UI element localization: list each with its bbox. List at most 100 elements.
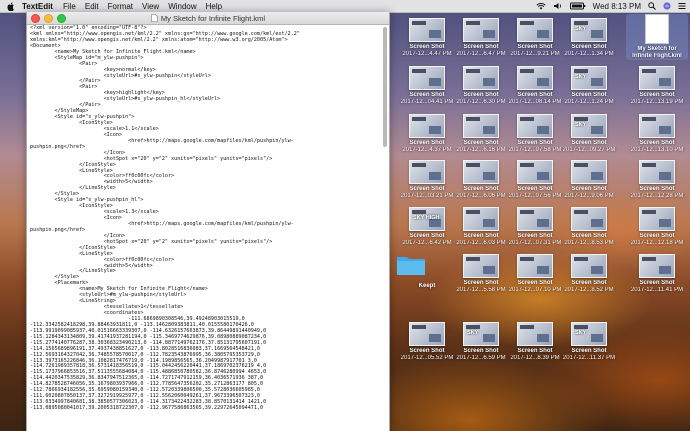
status-area: Wed 8:13 PM xyxy=(529,0,686,12)
screenshot-thumbnail xyxy=(639,66,675,90)
screenshot-thumbnail: SKY HIGH xyxy=(409,207,445,231)
menu-app-name[interactable]: TextEdit xyxy=(22,2,53,11)
icon-label-detail: 2017-12...6.47 PM xyxy=(456,51,506,57)
icon-label-name: Screen Shot xyxy=(517,280,553,286)
vertical-scrollbar[interactable] xyxy=(383,27,388,431)
folder-icon-keept[interactable]: Keept xyxy=(396,254,458,290)
screenshot-file-icon[interactable]: Screen Shot 2017-12...6.30 PM xyxy=(450,66,512,106)
screenshot-thumbnail: SKY xyxy=(463,322,499,346)
screenshot-file-icon[interactable]: Screen Shot 2017-12...6.16 PM xyxy=(450,114,512,154)
clock[interactable]: Wed 8:13 PM xyxy=(593,2,641,11)
icon-label-name: Screen Shot xyxy=(463,348,499,354)
screenshot-file-icon[interactable]: Screen Shot 2017-12...8.39 PM xyxy=(504,322,566,362)
notification-center-icon[interactable] xyxy=(678,2,686,10)
screenshot-thumbnail xyxy=(571,160,607,184)
kml-file-icon[interactable]: My Sketch for Infinite Flight.kml xyxy=(626,14,688,60)
screenshot-thumbnail xyxy=(409,322,445,346)
battery-icon[interactable] xyxy=(569,2,586,10)
icon-label-name: Screen Shot xyxy=(639,140,675,146)
icon-label-name: Screen Shot xyxy=(571,140,607,146)
icon-label-name: Screen Shot xyxy=(517,348,553,354)
screenshot-thumbnail xyxy=(517,160,553,184)
screenshot-thumbnail xyxy=(517,254,553,278)
icon-label-name: Screen Shot xyxy=(639,280,675,286)
screenshot-file-icon[interactable]: Screen Shot 2017-12...12.18 PM xyxy=(626,207,688,247)
screenshot-thumbnail xyxy=(463,160,499,184)
icon-label-detail: 2017-12...11.37 PM xyxy=(562,355,616,361)
screenshot-thumbnail xyxy=(409,114,445,138)
screenshot-file-icon[interactable]: Screen Shot 2017-12...4.47 PM xyxy=(396,18,458,58)
minimize-button[interactable] xyxy=(44,14,53,23)
menu-edit[interactable]: Edit xyxy=(85,2,99,11)
apple-icon[interactable] xyxy=(6,2,16,11)
screenshot-file-icon[interactable]: Screen Shot 2017-12...07.56 PM xyxy=(504,160,566,200)
screenshot-thumbnail xyxy=(571,207,607,231)
screenshot-file-icon[interactable]: Screen Shot 2017-12...13.19 PM xyxy=(626,66,688,106)
icon-label-detail: 2017-12...4.47 PM xyxy=(402,51,452,57)
icon-label-name: Screen Shot xyxy=(517,140,553,146)
screenshot-file-icon[interactable]: Screen Shot 2017-12...07.31 PM xyxy=(504,207,566,247)
close-button[interactable] xyxy=(31,14,40,23)
zoom-button[interactable] xyxy=(57,14,66,23)
menu-format[interactable]: Format xyxy=(108,2,133,11)
menu-file[interactable]: File xyxy=(63,2,76,11)
screenshot-file-icon[interactable]: Screen Shot 2017-12...6.06 PM xyxy=(450,160,512,200)
screenshot-file-icon[interactable]: Screen Shot 2017-12...9.21 PM xyxy=(504,18,566,58)
siri-icon[interactable] xyxy=(663,2,671,10)
menu-view[interactable]: View xyxy=(142,2,159,11)
screenshot-file-icon[interactable]: SKY HIGH Screen Shot 2017-12...6.42 PM xyxy=(396,207,458,247)
screenshot-file-icon[interactable]: Screen Shot 2017-12...07.10 PM xyxy=(504,254,566,294)
icon-label-detail: 2017-12...8.52 PM xyxy=(564,287,614,293)
menu-help[interactable]: Help xyxy=(206,2,222,11)
icon-label-name: Screen Shot xyxy=(517,92,553,98)
screenshot-file-icon[interactable]: SKY Screen Shot 2017-12...1.34 PM xyxy=(558,18,620,58)
screenshot-file-icon[interactable]: Screen Shot 2017-12...11.41 PM xyxy=(626,254,688,294)
screenshot-file-icon[interactable]: Screen Shot 2017-12...4.37 PM xyxy=(396,114,458,154)
screenshot-file-icon[interactable]: Screen Shot 2017-12...6.47 PM xyxy=(450,18,512,58)
icon-label-detail: 2017-12...03.21 PM xyxy=(400,193,454,199)
screenshot-thumbnail: SKY xyxy=(571,322,607,346)
screenshot-thumbnail xyxy=(639,207,675,231)
screenshot-file-icon[interactable]: Screen Shot 2017-12...07.58 PM xyxy=(504,114,566,154)
icon-label-detail: 2017-12...8.53 PM xyxy=(564,240,614,246)
icon-label-name: Screen Shot xyxy=(517,186,553,192)
screenshot-file-icon[interactable]: Screen Shot 2017-12...03.21 PM xyxy=(396,160,458,200)
thumbnail-badge: SKY HIGH xyxy=(413,215,440,221)
icon-label-name: Screen Shot xyxy=(571,92,607,98)
screenshot-file-icon[interactable]: Screen Shot 2017-12...8.52 PM xyxy=(558,254,620,294)
screenshot-thumbnail xyxy=(639,254,675,278)
icon-label-detail: 2017-12...13.19 PM xyxy=(630,99,684,105)
title-bar[interactable]: My Sketch for Infinite Flight.kml xyxy=(27,12,389,25)
screenshot-file-icon[interactable]: Screen Shot 2017-12...08.14 PM xyxy=(504,66,566,106)
screenshot-file-icon[interactable]: SKY Screen Shot 2017-12...6.59 PM xyxy=(450,322,512,362)
screenshot-file-icon[interactable]: Screen Shot 2017-12...05.52 PM xyxy=(396,322,458,362)
icon-label-name: Screen Shot xyxy=(571,233,607,239)
screenshot-file-icon[interactable]: Screen Shot 2017-12...12.28 PM xyxy=(626,160,688,200)
screenshot-file-icon[interactable]: SKY Screen Shot 2017-12...1.24 PM xyxy=(558,66,620,106)
icon-label-detail: 2017-12...4.37 PM xyxy=(402,147,452,153)
menu-window[interactable]: Window xyxy=(168,2,196,11)
icon-label-name: Screen Shot xyxy=(409,186,445,192)
screenshot-file-icon[interactable]: Screen Shot 2017-12...13.10 PM xyxy=(626,114,688,154)
scrollbar-thumb[interactable] xyxy=(383,27,387,147)
document-icon[interactable] xyxy=(151,14,158,22)
text-editor[interactable]: <?xml version="1.0" encoding="UTF-8"?> <k… xyxy=(27,25,381,431)
wifi-icon[interactable] xyxy=(536,2,546,10)
screenshot-file-icon[interactable]: Screen Shot 2017-12...6.03 PM xyxy=(450,207,512,247)
screenshot-thumbnail: SKY xyxy=(571,114,607,138)
icon-label-name: Screen Shot xyxy=(517,44,553,50)
icon-label-name: Screen Shot xyxy=(639,92,675,98)
search-icon[interactable] xyxy=(648,2,656,10)
screenshot-file-icon[interactable]: SKY Screen Shot 2017-12...09.27 PM xyxy=(558,114,620,154)
screenshot-file-icon[interactable]: Screen Shot 2017-12...9.06 PM xyxy=(558,160,620,200)
screenshot-file-icon[interactable]: Screen Shot 2017-12...8.53 PM xyxy=(558,207,620,247)
window-controls xyxy=(31,14,70,23)
screenshot-thumbnail xyxy=(517,322,553,346)
icon-label-detail: 2017-12...1.24 PM xyxy=(564,99,614,105)
icon-label-name: Screen Shot xyxy=(409,348,445,354)
screenshot-file-icon[interactable]: SKY Screen Shot 2017-12...11.37 PM xyxy=(558,322,620,362)
volume-icon[interactable] xyxy=(553,2,563,10)
screenshot-file-icon[interactable]: Screen Shot 2017-12...04.41 PM xyxy=(396,66,458,106)
icon-label-name: Screen Shot xyxy=(517,233,553,239)
screenshot-file-icon[interactable]: Screen Shot 2017-12...5.58 PM xyxy=(450,254,512,294)
